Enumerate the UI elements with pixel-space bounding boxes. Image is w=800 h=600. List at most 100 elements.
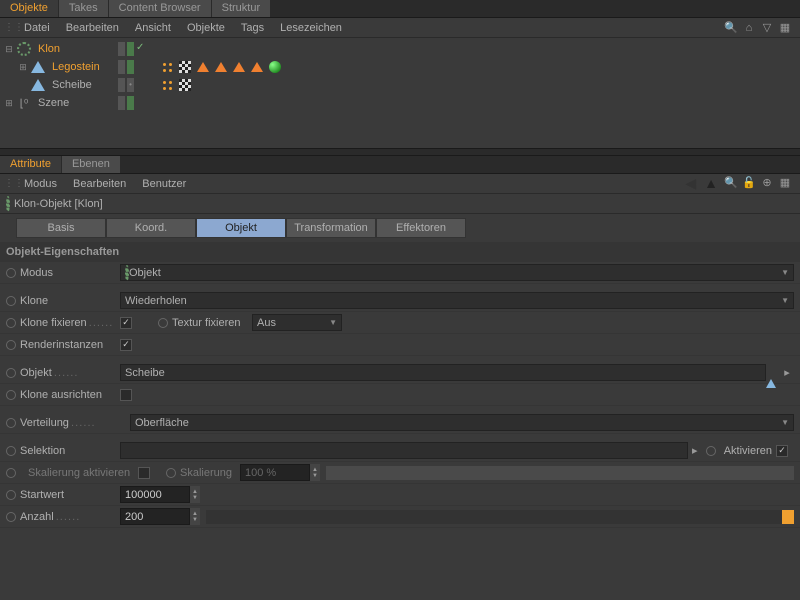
grip-icon[interactable]: ⋮⋮ [4,22,16,33]
spinner-icon[interactable] [310,464,320,481]
new-icon[interactable]: ⊕ [760,175,774,189]
tab-objekt[interactable]: Objekt [196,218,286,238]
prop-klone: Klone Wiederholen▼ [0,290,800,312]
expand-icon[interactable]: ⊞ [4,98,14,109]
panel-divider[interactable] [0,148,800,156]
triangle-tag-icon[interactable] [232,60,246,74]
keyframe-icon[interactable] [6,318,16,328]
tab-struktur[interactable]: Struktur [212,0,272,17]
menu-icon[interactable]: ▦ [778,21,792,35]
check-icon[interactable]: ✓ [136,42,144,56]
keyframe-icon[interactable] [158,318,168,328]
menu-bearbeiten[interactable]: Bearbeiten [65,178,134,190]
checker-tag-icon[interactable] [178,60,192,74]
menu-ansicht[interactable]: Ansicht [127,22,179,34]
prop-label: Klone ausrichten [20,389,120,401]
skalierung-aktivieren-checkbox[interactable] [138,467,150,479]
grip-icon[interactable]: ⋮⋮ [4,178,16,189]
tab-content-browser[interactable]: Content Browser [109,0,212,17]
tree-item-label[interactable]: Scheibe [48,79,96,91]
search-icon[interactable]: 🔍 [724,175,738,189]
keyframe-icon[interactable] [6,296,16,306]
tab-takes[interactable]: Takes [59,0,109,17]
triangle-tag-icon[interactable] [196,60,210,74]
dots-icon[interactable] [160,60,174,74]
keyframe-icon[interactable] [6,468,16,478]
klone-fixieren-checkbox[interactable] [120,317,132,329]
triangle-tag-icon[interactable] [214,60,228,74]
nav-up-icon[interactable]: ▲ [704,175,718,192]
lock-icon[interactable]: 🔓 [742,175,756,189]
klone-ausrichten-checkbox[interactable] [120,389,132,401]
menu-icon[interactable]: ▦ [778,175,792,189]
tab-attribute[interactable]: Attribute [0,156,62,173]
tree-item-klon[interactable]: ⊟ Klon ✓ [0,40,800,58]
tab-transformation[interactable]: Transformation [286,218,376,238]
modus-dropdown[interactable]: Objekt▼ [120,264,794,281]
tab-koord[interactable]: Koord. [106,218,196,238]
menu-objekte[interactable]: Objekte [179,22,233,34]
menu-datei[interactable]: Datei [16,22,58,34]
cone-icon [30,77,46,93]
menu-tags[interactable]: Tags [233,22,272,34]
keyframe-icon[interactable] [6,512,16,522]
keyframe-icon[interactable] [706,446,716,456]
verteilung-dropdown[interactable]: Oberfläche▼ [130,414,794,431]
renderinstanzen-checkbox[interactable] [120,339,132,351]
keyframe-icon[interactable] [6,418,16,428]
cloner-icon [16,41,32,57]
menu-benutzer[interactable]: Benutzer [134,178,194,190]
tree-item-legostein[interactable]: ⊞ Legostein [0,58,800,76]
textur-fixieren-dropdown[interactable]: Aus▼ [252,314,342,331]
pick-icon[interactable]: ▸ [780,366,794,380]
startwert-input[interactable]: 100000 [120,486,190,503]
tab-effektoren[interactable]: Effektoren [376,218,466,238]
keyframe-icon[interactable] [6,268,16,278]
keyframe-icon[interactable] [6,490,16,500]
cone-icon[interactable] [766,367,776,379]
spinner-icon[interactable] [190,486,200,503]
objekt-link-field[interactable]: Scheibe [120,364,766,381]
skalierung-slider[interactable] [326,466,794,480]
tab-basis[interactable]: Basis [16,218,106,238]
tree-item-label[interactable]: Klon [34,43,64,55]
pick-icon[interactable]: ▸ [688,444,702,458]
funnel-icon[interactable]: ▽ [760,21,774,35]
keyframe-icon[interactable] [6,446,16,456]
tree-item-scheibe[interactable]: Scheibe [0,76,800,94]
object-tree[interactable]: ⊟ Klon ✓ ⊞ Legostein Scheibe [0,38,800,148]
prop-label: Skalierung aktivieren [28,467,138,479]
keyframe-icon[interactable] [6,368,16,378]
tree-item-szene[interactable]: ⊞ ⌊⁰ Szene [0,94,800,112]
search-icon[interactable]: 🔍 [724,21,738,35]
aktivieren-checkbox[interactable] [776,445,788,457]
checker-tag-icon[interactable] [178,78,192,92]
anzahl-slider[interactable] [206,510,794,524]
home-icon[interactable]: ⌂ [742,21,756,35]
objects-panel: Objekte Takes Content Browser Struktur ⋮… [0,0,800,148]
sphere-tag-icon[interactable] [268,60,282,74]
klone-dropdown[interactable]: Wiederholen▼ [120,292,794,309]
menu-bearbeiten[interactable]: Bearbeiten [58,22,127,34]
menu-modus[interactable]: Modus [16,178,65,190]
spinner-icon[interactable] [190,508,200,525]
expand-icon[interactable]: ⊟ [4,44,14,55]
attr-menubar: ⋮⋮ Modus Bearbeiten Benutzer ◀ ▲ 🔍 🔓 ⊕ ▦ [0,174,800,194]
keyframe-icon[interactable] [166,468,176,478]
nav-back-icon[interactable]: ◀ [685,175,696,192]
keyframe-icon[interactable] [6,340,16,350]
prop-modus: Modus Objekt▼ [0,262,800,284]
anzahl-input[interactable]: 200 [120,508,190,525]
keyframe-icon[interactable] [6,390,16,400]
dots-icon[interactable] [160,78,174,92]
tree-item-label[interactable]: Szene [34,97,73,109]
selektion-field[interactable] [120,442,688,459]
tab-objekte[interactable]: Objekte [0,0,59,17]
object-tabs: Basis Koord. Objekt Transformation Effek… [0,214,800,242]
menu-lesezeichen[interactable]: Lesezeichen [272,22,350,34]
skalierung-input[interactable]: 100 % [240,464,310,481]
tree-item-label[interactable]: Legostein [48,61,104,73]
tab-ebenen[interactable]: Ebenen [62,156,121,173]
expand-icon[interactable]: ⊞ [18,62,28,73]
triangle-tag-icon[interactable] [250,60,264,74]
